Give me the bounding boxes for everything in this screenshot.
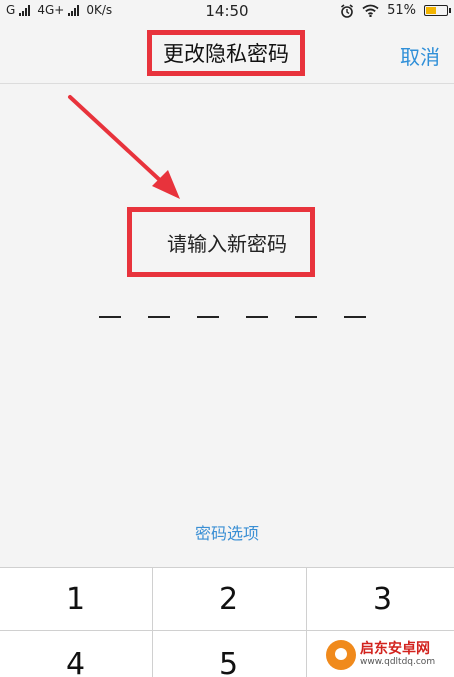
password-options-link[interactable]: 密码选项 bbox=[0, 520, 454, 544]
watermark: 启东安卓网 www.qdltdq.com bbox=[326, 636, 454, 674]
pin-dash bbox=[148, 316, 170, 318]
battery-fill bbox=[426, 7, 436, 14]
watermark-name: 启东安卓网 bbox=[360, 641, 430, 658]
header: 更改隐私密码 取消 bbox=[0, 24, 454, 84]
keypad-divider bbox=[306, 568, 307, 677]
pin-entry-dashes bbox=[96, 316, 366, 320]
alarm-icon bbox=[341, 3, 354, 18]
watermark-url: www.qdltdq.com bbox=[360, 656, 436, 667]
watermark-text: 启东安卓网 www.qdltdq.com bbox=[360, 641, 436, 667]
pin-dash bbox=[197, 316, 219, 318]
key-5[interactable]: 5 bbox=[153, 631, 304, 677]
key-2[interactable]: 2 bbox=[153, 568, 304, 630]
wifi-icon bbox=[362, 4, 379, 17]
status-bar: G 4G+ 0K/s 14:50 51% bbox=[0, 0, 454, 24]
battery-percent: 51% bbox=[387, 3, 416, 18]
screen: G 4G+ 0K/s 14:50 51% 更改隐私密码 取消 请输入新密码 密码… bbox=[0, 0, 454, 677]
pin-dash bbox=[344, 316, 366, 318]
title-highlight-box: 更改隐私密码 bbox=[147, 30, 305, 76]
key-3[interactable]: 3 bbox=[307, 568, 454, 630]
prompt-highlight-box: 请输入新密码 bbox=[127, 207, 315, 277]
keypad-divider bbox=[152, 568, 153, 677]
key-4[interactable]: 4 bbox=[0, 631, 151, 677]
pin-dash bbox=[295, 316, 317, 318]
new-password-prompt: 请输入新密码 bbox=[167, 231, 287, 256]
battery-icon bbox=[424, 5, 451, 16]
pin-dash bbox=[246, 316, 268, 318]
cancel-button[interactable]: 取消 bbox=[400, 41, 440, 70]
pin-dash bbox=[99, 316, 121, 318]
key-1[interactable]: 1 bbox=[0, 568, 151, 630]
page-title: 更改隐私密码 bbox=[163, 42, 289, 66]
status-right: 51% bbox=[340, 3, 451, 18]
watermark-logo-icon bbox=[326, 640, 356, 670]
keypad-divider bbox=[0, 630, 454, 631]
